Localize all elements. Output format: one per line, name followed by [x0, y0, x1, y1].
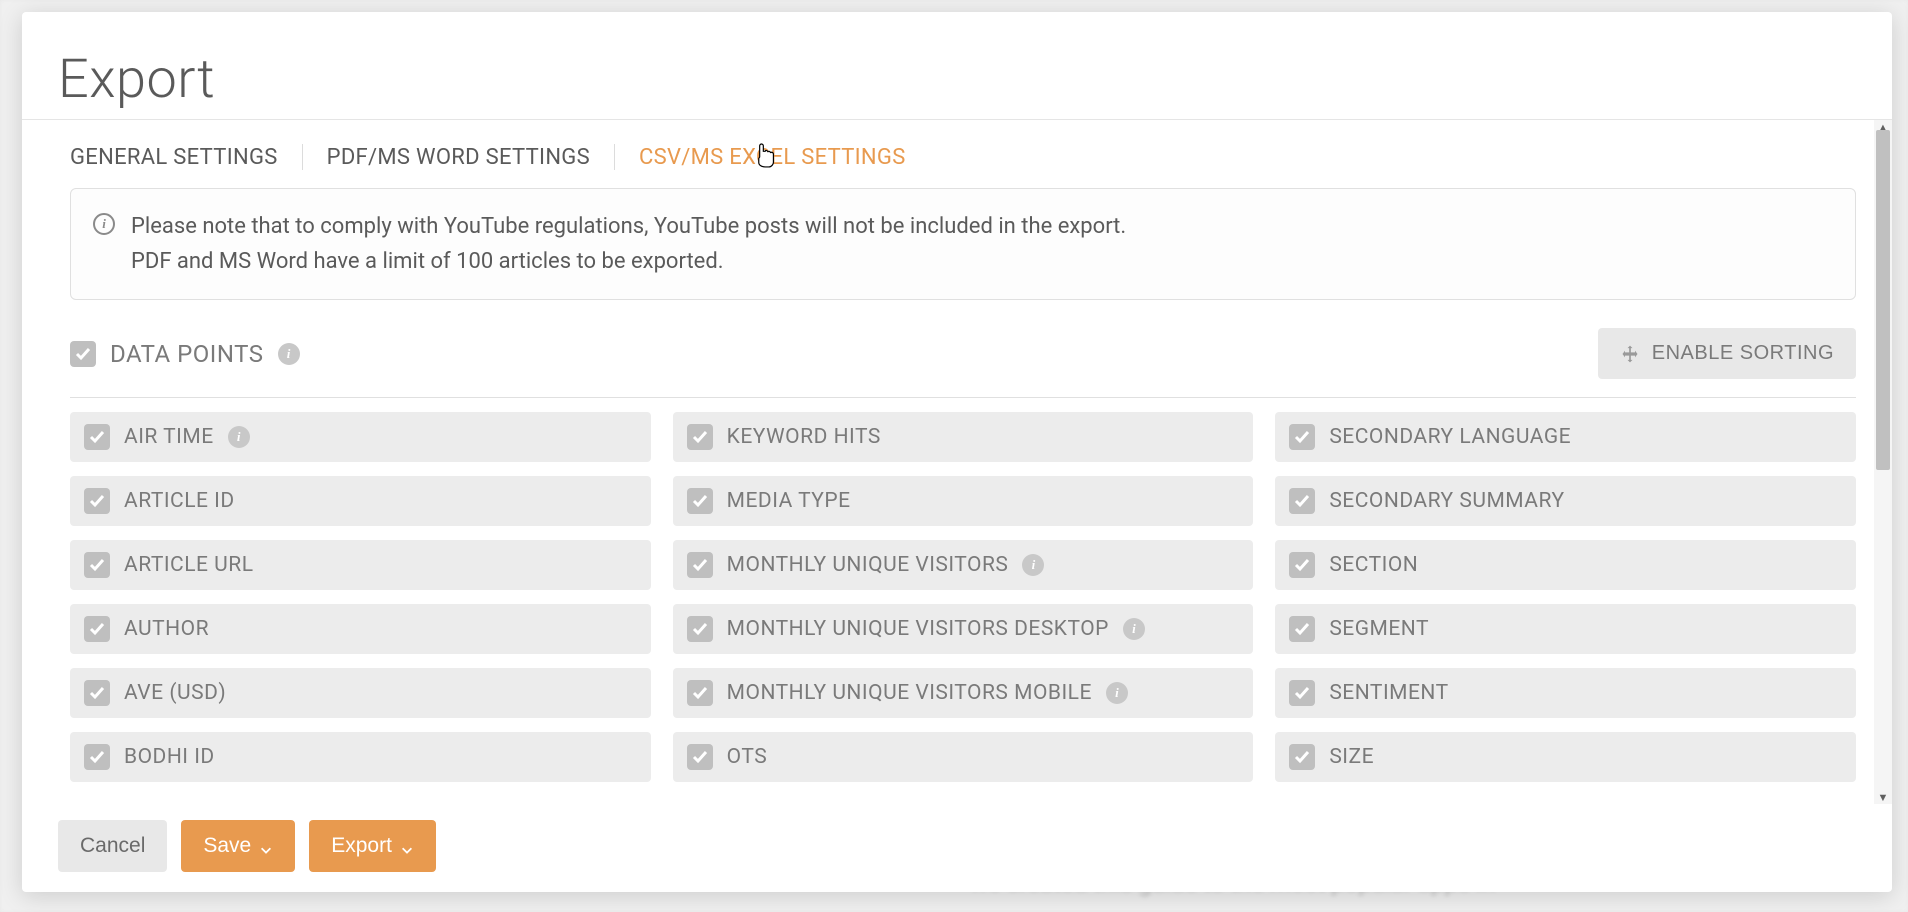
checkbox[interactable]: [1289, 552, 1315, 578]
checkbox[interactable]: [687, 488, 713, 514]
modal-body: GENERAL SETTINGS PDF/MS WORD SETTINGS CS…: [22, 120, 1892, 804]
info-icon[interactable]: i: [1106, 682, 1128, 704]
data-label: MONTHLY UNIQUE VISITORS DESKTOP: [727, 617, 1109, 641]
section-title: DATA POINTS: [110, 340, 264, 368]
checkbox[interactable]: [1289, 680, 1315, 706]
data-label: SIZE: [1329, 745, 1374, 769]
scrollbar-thumb[interactable]: [1876, 130, 1890, 470]
enable-sorting-button[interactable]: ENABLE SORTING: [1598, 328, 1856, 379]
section-header: DATA POINTS i ENABLE SORTING: [70, 328, 1856, 379]
info-icon[interactable]: i: [1022, 554, 1044, 576]
enable-sorting-label: ENABLE SORTING: [1652, 342, 1834, 365]
checkbox[interactable]: [1289, 488, 1315, 514]
checkbox[interactable]: [687, 616, 713, 642]
data-label: AIR TIME: [124, 425, 214, 449]
data-label: SEGMENT: [1329, 617, 1429, 641]
data-label: SENTIMENT: [1329, 681, 1448, 705]
select-all-checkbox[interactable]: [70, 341, 96, 367]
info-text: Please note that to comply with YouTube …: [131, 209, 1126, 279]
data-item-air-time[interactable]: AIR TIME i: [70, 412, 651, 462]
tab-csv[interactable]: CSV/MS EXCEL SETTINGS: [615, 145, 930, 170]
checkbox[interactable]: [1289, 744, 1315, 770]
data-item-muv-mobile[interactable]: MONTHLY UNIQUE VISITORS MOBILE i: [673, 668, 1254, 718]
data-item-article-url[interactable]: ARTICLE URL: [70, 540, 651, 590]
data-item-size[interactable]: SIZE: [1275, 732, 1856, 782]
export-button[interactable]: Export: [309, 820, 436, 872]
data-label: SECONDARY SUMMARY: [1329, 489, 1564, 513]
checkbox[interactable]: [687, 552, 713, 578]
scrollbar-down-arrow[interactable]: ▼: [1874, 788, 1892, 804]
checkbox[interactable]: [1289, 616, 1315, 642]
checkbox[interactable]: [84, 488, 110, 514]
data-label: AUTHOR: [124, 617, 209, 641]
data-grid: AIR TIME i ARTICLE ID ARTICLE URL AUTHOR: [70, 412, 1856, 782]
checkbox[interactable]: [687, 424, 713, 450]
move-icon: [1620, 344, 1640, 364]
modal-header: Export: [22, 12, 1892, 120]
data-label: OTS: [727, 745, 768, 769]
info-box: i Please note that to comply with YouTub…: [70, 188, 1856, 300]
data-item-article-id[interactable]: ARTICLE ID: [70, 476, 651, 526]
checkbox[interactable]: [687, 744, 713, 770]
data-item-muv-desktop[interactable]: MONTHLY UNIQUE VISITORS DESKTOP i: [673, 604, 1254, 654]
section-left: DATA POINTS i: [70, 340, 300, 368]
info-line2: PDF and MS Word have a limit of 100 arti…: [131, 244, 1126, 279]
checkbox[interactable]: [84, 744, 110, 770]
save-label: Save: [203, 834, 251, 858]
data-label: MONTHLY UNIQUE VISITORS MOBILE: [727, 681, 1092, 705]
checkbox[interactable]: [687, 680, 713, 706]
checkbox[interactable]: [84, 552, 110, 578]
cancel-button[interactable]: Cancel: [58, 820, 167, 872]
data-label: SECTION: [1329, 553, 1418, 577]
info-line1: Please note that to comply with YouTube …: [131, 209, 1126, 244]
data-item-section[interactable]: SECTION: [1275, 540, 1856, 590]
tabs: GENERAL SETTINGS PDF/MS WORD SETTINGS CS…: [70, 120, 1856, 188]
checkbox[interactable]: [1289, 424, 1315, 450]
data-item-sentiment[interactable]: SENTIMENT: [1275, 668, 1856, 718]
info-icon: i: [93, 213, 115, 235]
data-item-author[interactable]: AUTHOR: [70, 604, 651, 654]
tab-general[interactable]: GENERAL SETTINGS: [70, 145, 302, 170]
checkbox[interactable]: [84, 616, 110, 642]
data-item-bodhi-id[interactable]: BODHI ID: [70, 732, 651, 782]
data-item-keyword-hits[interactable]: KEYWORD HITS: [673, 412, 1254, 462]
scroll-area[interactable]: GENERAL SETTINGS PDF/MS WORD SETTINGS CS…: [22, 120, 1892, 804]
checkbox[interactable]: [84, 424, 110, 450]
data-item-muv[interactable]: MONTHLY UNIQUE VISITORS i: [673, 540, 1254, 590]
data-item-secondary-language[interactable]: SECONDARY LANGUAGE: [1275, 412, 1856, 462]
cancel-label: Cancel: [80, 834, 145, 858]
data-item-ots[interactable]: OTS: [673, 732, 1254, 782]
modal-footer: Cancel Save Export: [22, 804, 1892, 892]
data-item-segment[interactable]: SEGMENT: [1275, 604, 1856, 654]
data-label: MONTHLY UNIQUE VISITORS: [727, 553, 1009, 577]
data-label: BODHI ID: [124, 745, 215, 769]
tab-pdf[interactable]: PDF/MS WORD SETTINGS: [303, 145, 614, 170]
data-item-secondary-summary[interactable]: SECONDARY SUMMARY: [1275, 476, 1856, 526]
info-icon[interactable]: i: [1123, 618, 1145, 640]
chevron-down-icon: [400, 839, 414, 853]
data-label: KEYWORD HITS: [727, 425, 881, 449]
data-item-ave[interactable]: AVE (USD): [70, 668, 651, 718]
info-icon[interactable]: i: [278, 343, 300, 365]
scrollbar[interactable]: ▲ ▼: [1874, 120, 1892, 804]
data-label: AVE (USD): [124, 681, 226, 705]
data-label: ARTICLE URL: [124, 553, 254, 577]
divider: [70, 397, 1856, 398]
modal-title: Export: [58, 48, 1856, 111]
data-label: ARTICLE ID: [124, 489, 235, 513]
data-label: MEDIA TYPE: [727, 489, 851, 513]
checkbox[interactable]: [84, 680, 110, 706]
export-label: Export: [331, 834, 392, 858]
export-modal: Export GENERAL SETTINGS PDF/MS WORD SETT…: [22, 12, 1892, 892]
data-item-media-type[interactable]: MEDIA TYPE: [673, 476, 1254, 526]
save-button[interactable]: Save: [181, 820, 295, 872]
chevron-down-icon: [259, 839, 273, 853]
info-icon[interactable]: i: [228, 426, 250, 448]
data-label: SECONDARY LANGUAGE: [1329, 425, 1571, 449]
